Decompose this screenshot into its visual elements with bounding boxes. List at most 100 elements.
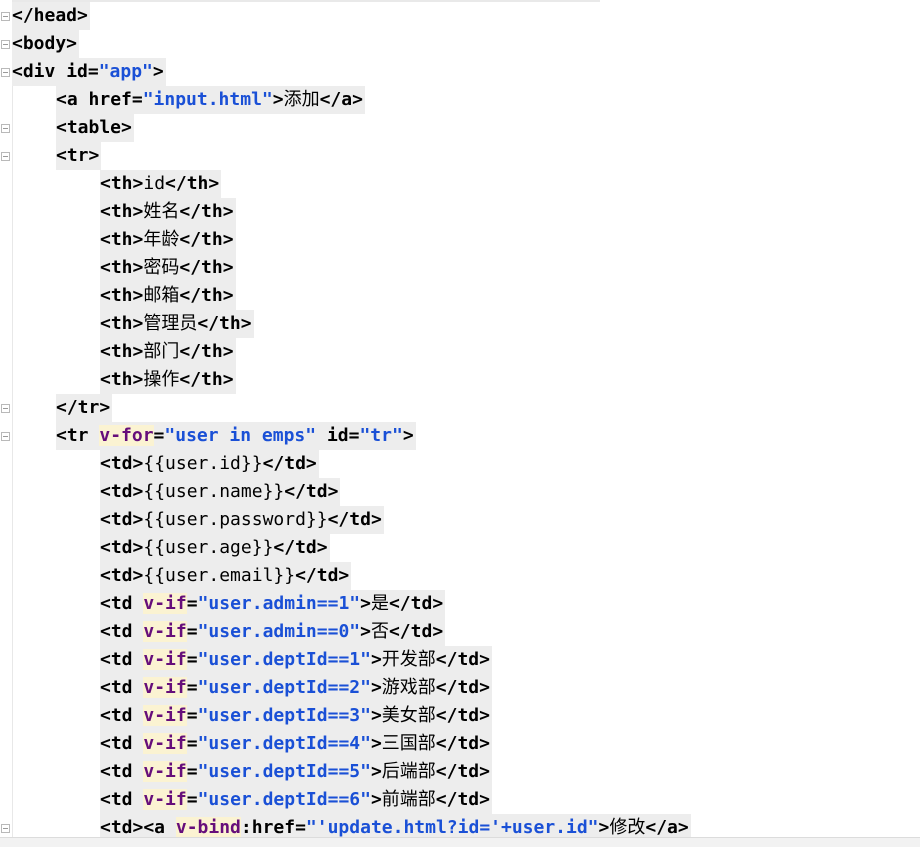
- fold-marker-icon[interactable]: [1, 404, 10, 413]
- code-token: id=: [66, 61, 99, 82]
- code-line[interactable]: <th>密码</th>: [100, 254, 236, 282]
- code-editor[interactable]: </head> <body> <div id="app"> <a href="inpu…: [0, 0, 920, 847]
- code-token: "user.deptId==1": [197, 649, 371, 670]
- code-line[interactable]: <td>{{user.email}}</td>: [100, 562, 352, 590]
- fold-marker-icon[interactable]: [1, 68, 10, 77]
- code-line[interactable]: <body>: [12, 30, 80, 58]
- code-token: <div: [12, 61, 67, 82]
- code-token: <td>: [100, 565, 144, 586]
- code-token: 操作: [143, 369, 180, 390]
- code-token: </td>: [262, 453, 317, 474]
- code-content: <td>{{user.age}}</td>: [100, 534, 330, 562]
- code-token: <tr: [56, 425, 100, 446]
- code-token: 是: [370, 593, 389, 614]
- code-token: </head>: [12, 5, 88, 26]
- code-token: <td: [100, 621, 144, 642]
- code-line[interactable]: <th>姓名</th>: [100, 198, 236, 226]
- code-content: <th>年龄</th>: [100, 226, 236, 254]
- code-line[interactable]: <tr v-for="user in emps" id="tr">: [56, 422, 416, 450]
- code-token: <td: [100, 649, 144, 670]
- code-content: <td v-if="user.deptId==2">游戏部</td>: [100, 674, 492, 702]
- code-token: {{user.age}}: [143, 537, 274, 558]
- code-token: v-for: [99, 425, 154, 446]
- code-content: <th>部门</th>: [100, 338, 236, 366]
- code-token: 部门: [143, 341, 180, 362]
- code-token: <th>: [100, 173, 144, 194]
- code-line[interactable]: <table>: [56, 114, 134, 142]
- code-token: =: [186, 621, 198, 642]
- code-token: =: [186, 705, 198, 726]
- code-token: =: [186, 789, 198, 810]
- code-token: v-if: [143, 593, 187, 614]
- code-token: "user.deptId==2": [197, 677, 371, 698]
- code-line[interactable]: <th>管理员</th>: [100, 310, 254, 338]
- code-token: =: [186, 649, 198, 670]
- fold-marker-icon[interactable]: [1, 40, 10, 49]
- code-line[interactable]: </tr>: [56, 394, 113, 422]
- horizontal-scrollbar[interactable]: [0, 837, 920, 847]
- code-line[interactable]: <td v-if="user.deptId==4">三国部</td>: [100, 730, 492, 758]
- code-token: 密码: [143, 257, 180, 278]
- code-line[interactable]: <a href="input.html">添加</a>: [56, 86, 365, 114]
- code-line[interactable]: <td v-if="user.deptId==1">开发部</td>: [100, 646, 492, 674]
- code-token: </td>: [435, 789, 490, 810]
- code-token: >: [598, 817, 610, 838]
- code-line[interactable]: <tr>: [56, 142, 102, 170]
- code-line[interactable]: <th>邮箱</th>: [100, 282, 236, 310]
- code-token: </td>: [388, 621, 444, 642]
- code-token: 后端部: [381, 761, 436, 782]
- code-line[interactable]: </head>: [12, 2, 90, 30]
- code-token: </td>: [327, 509, 382, 530]
- code-token: =: [153, 425, 165, 446]
- code-line[interactable]: <td>{{user.name}}</td>: [100, 478, 341, 506]
- code-content: <td v-if="user.admin==0">否</td>: [100, 618, 446, 646]
- code-line[interactable]: <th>操作</th>: [100, 366, 236, 394]
- fold-marker-icon[interactable]: [1, 12, 10, 21]
- code-line[interactable]: <td v-if="user.admin==0">否</td>: [100, 618, 446, 646]
- code-content: <td>{{user.name}}</td>: [100, 478, 341, 506]
- code-token: </a>: [319, 89, 363, 110]
- code-content: <th>管理员</th>: [100, 310, 254, 338]
- code-line[interactable]: <td v-if="user.deptId==5">后端部</td>: [100, 758, 492, 786]
- code-line[interactable]: <div id="app">: [12, 58, 166, 86]
- code-token: 前端部: [381, 789, 436, 810]
- code-line[interactable]: <td v-if="user.deptId==3">美女部</td>: [100, 702, 492, 730]
- code-token: 游戏部: [381, 677, 436, 698]
- code-content: <td v-if="user.deptId==5">后端部</td>: [100, 758, 492, 786]
- editor-top-edge: [0, 0, 600, 2]
- code-token: </th>: [179, 229, 234, 250]
- code-token: <td><a: [100, 817, 176, 838]
- code-line[interactable]: <td>{{user.age}}</td>: [100, 534, 330, 562]
- code-token: "tr": [359, 425, 403, 446]
- code-content: </head>: [12, 2, 90, 30]
- code-token: >: [152, 61, 164, 82]
- code-token: <td>: [100, 537, 144, 558]
- fold-marker-icon[interactable]: [1, 124, 10, 133]
- code-token: <td: [100, 677, 144, 698]
- code-token: =: [186, 677, 198, 698]
- code-line[interactable]: <td>{{user.password}}</td>: [100, 506, 384, 534]
- code-token: href=: [88, 89, 143, 110]
- code-token: 年龄: [143, 229, 180, 250]
- fold-marker-icon[interactable]: [1, 432, 10, 441]
- code-line[interactable]: <th>部门</th>: [100, 338, 236, 366]
- code-content: <tr>: [56, 142, 102, 170]
- fold-marker-icon[interactable]: [1, 824, 10, 833]
- code-line[interactable]: <th>id</th>: [100, 170, 222, 198]
- code-line[interactable]: <td v-if="user.admin==1">是</td>: [100, 590, 446, 618]
- code-token: <th>: [100, 369, 144, 390]
- code-token: >: [272, 89, 284, 110]
- code-token: 美女部: [381, 705, 436, 726]
- code-line[interactable]: <td v-if="user.deptId==6">前端部</td>: [100, 786, 492, 814]
- code-token: "user.deptId==6": [197, 789, 371, 810]
- code-line[interactable]: <td v-if="user.deptId==2">游戏部</td>: [100, 674, 492, 702]
- code-token: >: [370, 649, 382, 670]
- code-token: 否: [370, 621, 389, 642]
- code-token: id: [143, 173, 166, 194]
- code-token: <th>: [100, 285, 144, 306]
- fold-marker-icon[interactable]: [1, 152, 10, 161]
- code-line[interactable]: <td>{{user.id}}</td>: [100, 450, 319, 478]
- code-token: <th>: [100, 229, 144, 250]
- code-line[interactable]: <th>年龄</th>: [100, 226, 236, 254]
- code-token: <th>: [100, 201, 144, 222]
